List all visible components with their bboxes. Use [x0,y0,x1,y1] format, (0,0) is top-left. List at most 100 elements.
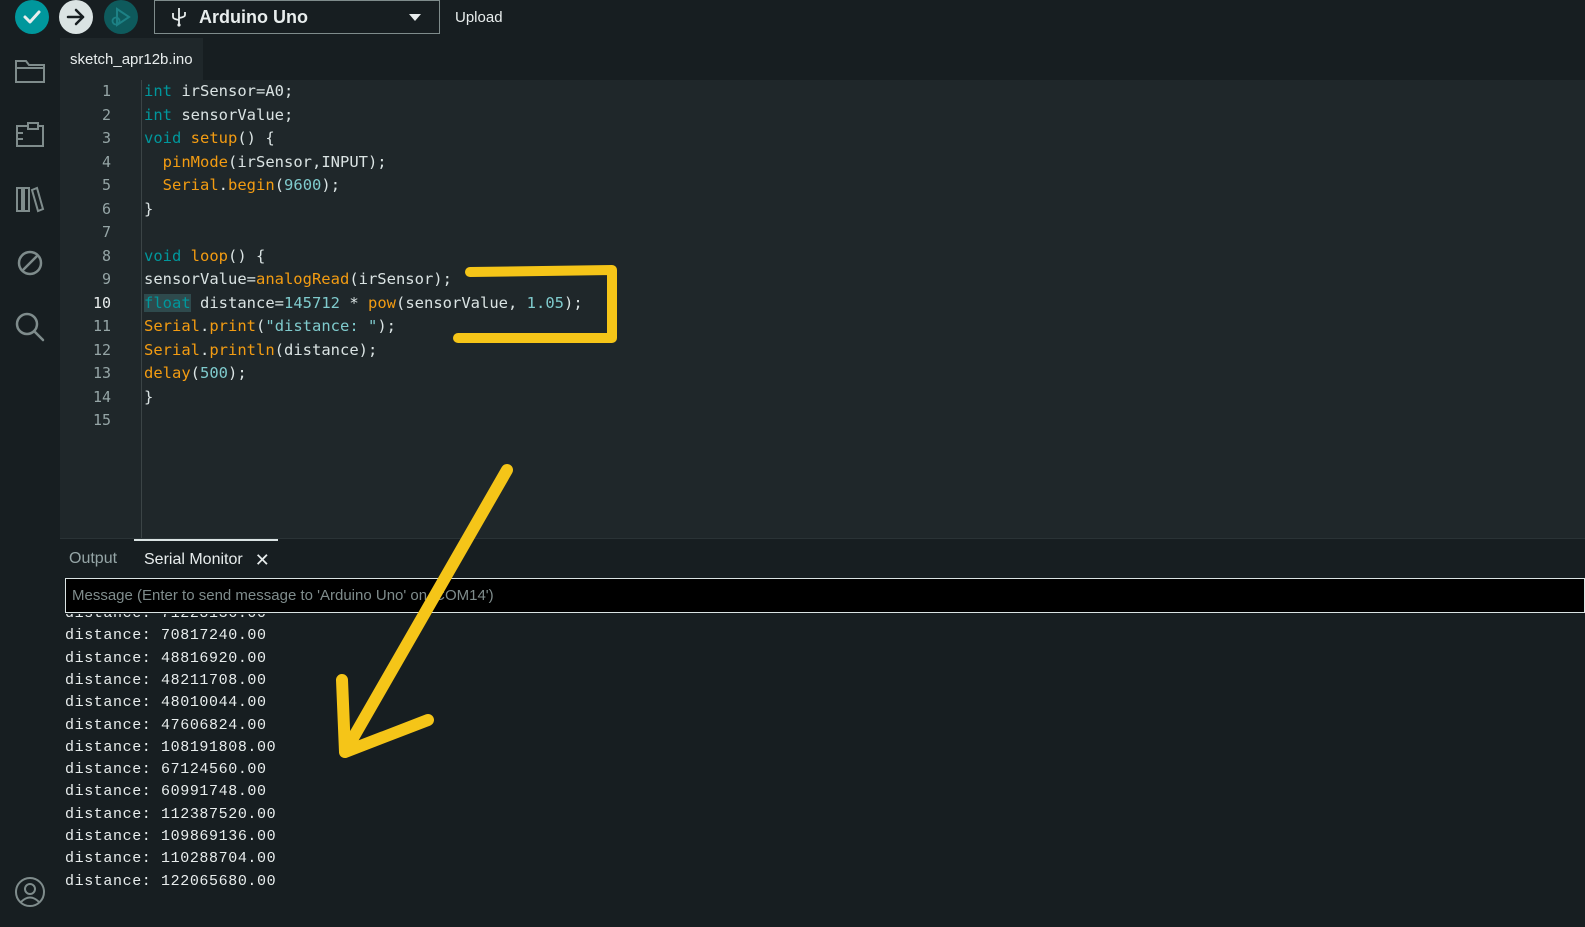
code-line[interactable]: Serial.print("distance: "); [144,315,396,338]
usb-icon [172,8,186,27]
check-icon [23,10,41,24]
code-token: ( [274,176,285,194]
tab-serial-monitor-label: Serial Monitor [144,551,243,568]
toolbar: Arduino Uno Upload [0,0,1585,38]
code-line[interactable]: int irSensor=A0; [144,80,293,103]
profile-button[interactable] [11,873,49,911]
folder-icon [15,60,45,83]
code-token: (irSensor,INPUT); [228,152,387,171]
sidebar [0,38,60,927]
code-token: ); [228,364,247,382]
serial-output-line: distance: 67124560.00 [65,761,267,779]
serial-output-line: distance: 48010044.00 [65,694,267,712]
serial-output-line: distance: 48211708.00 [65,671,267,689]
search-button[interactable] [11,308,49,346]
line-number: 12 [92,340,111,359]
verify-button[interactable] [15,0,49,34]
serial-output-line: distance: 112387520.00 [65,805,277,823]
serial-output: distance: 71228136.00 distance: 70817240.… [60,614,1585,927]
library-manager-button[interactable] [11,180,49,218]
code-token: setup [190,129,238,147]
code-line[interactable]: Serial.begin(9600); [144,174,340,197]
code-token: () { [237,129,275,147]
code-line[interactable]: pinMode(irSensor,INPUT); [144,151,387,174]
serial-output-line: distance: 110288704.00 [65,850,277,868]
code-token: 9600 [284,176,322,194]
code-token: irSensor=A0; [172,82,294,100]
code-token: 145712 [284,293,340,312]
tab-sketch-file[interactable]: sketch_apr12b.ino [60,38,203,80]
code-token: . [200,340,210,359]
line-number: 7 [101,223,111,241]
line-number: 9 [101,270,111,288]
serial-output-line: distance: 60991748.00 [65,783,267,801]
board-icon [16,122,44,147]
code-line[interactable]: delay(500); [144,362,247,385]
serial-output-line: distance: 48816920.00 [65,649,267,667]
debug-icon [111,7,131,27]
code-line[interactable]: int sensorValue; [144,104,293,127]
code-editor[interactable]: 1 2 3 4 5 6 7 8 9 10 11 12 13 14 15 int irSensor=A0; in… [60,80,1585,538]
board-selector[interactable]: Arduino Uno [154,0,440,34]
code-token: (distance); [274,340,378,359]
line-number: 10 [92,293,111,312]
code-token: ( [190,364,201,382]
tab-serial-monitor[interactable]: Serial Monitor ✕ [134,539,278,579]
code-token: print [209,317,257,335]
code-token: pinMode [162,152,228,171]
arrow-right-icon [66,8,85,26]
sketchbook-button[interactable] [11,52,49,90]
code-token: } [144,199,154,218]
code-token: sensorValue; [172,105,294,124]
search-icon [15,312,45,342]
line-number: 2 [101,105,111,124]
code-token: . [218,176,229,194]
code-token: "distance: " [265,317,378,335]
upload-button[interactable] [59,0,93,34]
code-line[interactable]: } [144,386,153,409]
serial-message-input[interactable] [65,578,1585,613]
serial-output-line: distance: 109869136.00 [65,828,277,845]
code-token: . [200,317,210,335]
close-icon[interactable]: ✕ [255,550,270,571]
code-token: analogRead [255,270,350,288]
code-token: ); [563,293,583,312]
code-token: ( [256,317,266,335]
serial-output-line: distance: 122065680.00 [65,872,277,890]
code-line[interactable]: void setup() { [144,127,275,150]
boards-manager-button[interactable] [11,116,49,154]
code-token: void [144,129,182,147]
code-token: begin [228,176,275,194]
line-number: 6 [101,199,111,218]
code-line[interactable]: } [144,198,153,221]
code-token: sensorValue= [144,270,256,288]
code-line[interactable]: Serial.println(distance); [144,339,377,362]
code-token: Serial [144,340,200,359]
debug-button[interactable] [104,0,138,34]
code-token: void [144,246,182,265]
tab-output[interactable]: Output [69,539,117,579]
debug-sidebar-button[interactable] [11,244,49,282]
board-name: Arduino Uno [199,6,308,27]
code-token: (irSensor); [349,270,452,288]
editor-tab-bar: sketch_apr12b.ino [60,38,1585,80]
code-token: float [144,293,191,312]
line-number: 1 [101,82,111,100]
line-number: 4 [101,152,111,171]
code-token: 1.05 [526,293,564,312]
code-token: Serial [162,176,219,194]
panel-tab-bar: Output Serial Monitor ✕ [60,538,1585,579]
code-line[interactable]: sensorValue=analogRead(irSensor); [144,268,452,291]
line-number: 13 [92,364,111,382]
line-number: 3 [101,129,111,147]
line-number: 14 [92,387,111,406]
code-line[interactable]: void loop() { [144,245,265,268]
serial-output-line: distance: 47606824.00 [65,716,267,734]
code-token: println [209,340,275,359]
no-icon [17,250,43,276]
serial-output-line: distance: 71228136.00 [65,614,267,625]
code-token: ); [321,176,341,194]
code-line[interactable]: float distance=145712 * pow(sensorValue,… [144,292,583,315]
